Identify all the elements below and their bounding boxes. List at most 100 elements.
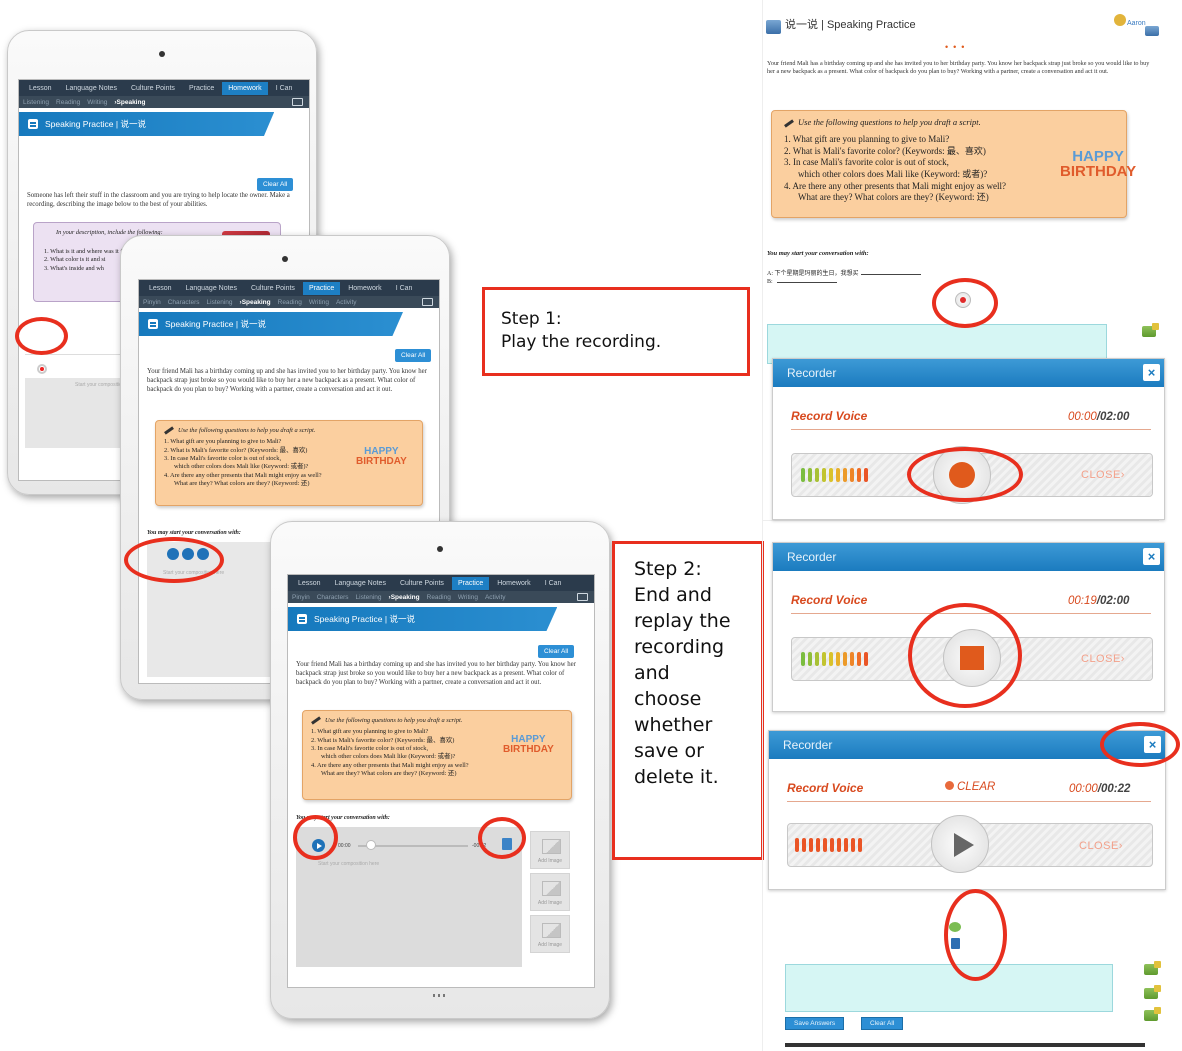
sub-tab-reading[interactable]: Reading bbox=[56, 99, 80, 106]
insert-image-icon[interactable] bbox=[1144, 1007, 1161, 1021]
screen-icon[interactable] bbox=[577, 593, 588, 601]
level-segment bbox=[815, 468, 819, 482]
highlight-trash-button bbox=[478, 817, 526, 859]
tab-homework[interactable]: Homework bbox=[222, 81, 268, 95]
level-segment bbox=[823, 838, 827, 852]
level-segment bbox=[864, 468, 868, 482]
sub-tab-characters[interactable]: Characters bbox=[168, 299, 200, 306]
clear-recording-button[interactable]: CLEAR bbox=[945, 781, 995, 793]
highlight-stop-button bbox=[908, 603, 1022, 708]
slider-thumb[interactable] bbox=[366, 840, 376, 850]
clear-all-button[interactable]: Clear All bbox=[538, 645, 575, 658]
level-segment bbox=[857, 468, 861, 482]
add-image-button[interactable]: Add Image bbox=[530, 831, 570, 869]
sub-tab-pinyin[interactable]: Pinyin bbox=[143, 299, 161, 306]
sub-tab-listening[interactable]: Listening bbox=[23, 99, 49, 106]
book-icon bbox=[28, 119, 38, 129]
tab-i-can[interactable]: I Can bbox=[390, 282, 419, 295]
clear-label: CLEAR bbox=[957, 781, 996, 793]
close-link[interactable]: CLOSE› bbox=[1081, 469, 1125, 481]
sub-tab-pinyin[interactable]: Pinyin bbox=[292, 594, 310, 601]
close-icon[interactable]: × bbox=[1143, 548, 1160, 565]
tab-language-notes[interactable]: Language Notes bbox=[180, 282, 243, 295]
tab-i-can[interactable]: I Can bbox=[270, 82, 299, 95]
add-image-label: Add Image bbox=[537, 942, 563, 948]
sub-tab-listening[interactable]: Listening bbox=[356, 594, 382, 601]
sub-tab-writing[interactable]: Writing bbox=[87, 99, 107, 106]
tab-language-notes[interactable]: Language Notes bbox=[60, 82, 123, 95]
camera bbox=[159, 51, 165, 57]
recorder-time: 00:19/02:00 bbox=[1068, 595, 1129, 607]
tab-practice[interactable]: Practice bbox=[451, 576, 490, 590]
conversation-prompt: You may start your conversation with: bbox=[147, 530, 241, 536]
composition-placeholder: Start your composition here bbox=[318, 861, 380, 867]
sub-tab-reading[interactable]: Reading bbox=[427, 594, 451, 601]
tablet-screen: Lesson Language Notes Culture Points Pra… bbox=[287, 574, 595, 988]
clear-all-bottom-button[interactable]: Clear All bbox=[861, 1017, 904, 1030]
answer-textarea[interactable] bbox=[785, 964, 1113, 1012]
level-segment bbox=[815, 652, 819, 666]
sub-tab-reading[interactable]: Reading bbox=[278, 299, 302, 306]
add-image-button[interactable]: Add Image bbox=[530, 915, 570, 953]
clear-all-button[interactable]: Clear All bbox=[395, 349, 432, 362]
sub-tab-speaking[interactable]: ›Speaking bbox=[114, 99, 145, 106]
tab-culture-points[interactable]: Culture Points bbox=[394, 577, 450, 590]
close-link[interactable]: CLOSE› bbox=[1081, 653, 1125, 665]
recorder-time: 00:00/00:22 bbox=[1069, 783, 1130, 795]
sub-nav: Pinyin Characters Listening ›Speaking Re… bbox=[288, 591, 594, 603]
close-icon[interactable]: × bbox=[1143, 364, 1160, 381]
tab-practice[interactable]: Practice bbox=[302, 281, 341, 295]
play-button[interactable] bbox=[931, 815, 989, 873]
audio-player-bar[interactable] bbox=[785, 1043, 1145, 1047]
total-time: /02:00 bbox=[1096, 595, 1130, 607]
blank-line[interactable] bbox=[860, 274, 921, 275]
forward-arrow-icon[interactable] bbox=[1145, 26, 1159, 36]
recorder-title: Recorder bbox=[787, 366, 837, 380]
tab-lesson[interactable]: Lesson bbox=[23, 82, 58, 95]
questions-box: Use the following questions to help you … bbox=[155, 420, 423, 506]
save-answers-button[interactable]: Save Answers bbox=[785, 1017, 845, 1030]
record-button[interactable] bbox=[37, 364, 47, 374]
sub-tab-speaking[interactable]: ›Speaking bbox=[389, 594, 420, 601]
sub-tab-writing[interactable]: Writing bbox=[309, 299, 329, 306]
sub-tab-speaking-label: Speaking bbox=[390, 593, 420, 601]
screen-icon[interactable] bbox=[422, 298, 433, 306]
insert-image-icon[interactable] bbox=[1144, 961, 1161, 975]
sub-tab-writing[interactable]: Writing bbox=[458, 594, 478, 601]
close-link[interactable]: CLOSE› bbox=[1079, 840, 1123, 852]
highlight-play-button bbox=[293, 815, 338, 860]
tab-lesson[interactable]: Lesson bbox=[292, 577, 327, 590]
tab-culture-points[interactable]: Culture Points bbox=[245, 282, 301, 295]
tab-practice[interactable]: Practice bbox=[183, 82, 220, 95]
sub-tab-activity[interactable]: Activity bbox=[485, 594, 506, 601]
clear-all-button[interactable]: Clear All bbox=[257, 178, 294, 191]
tab-lesson[interactable]: Lesson bbox=[143, 282, 178, 295]
line-b-text: B: bbox=[767, 279, 773, 285]
step2-line: Step 2: bbox=[634, 558, 702, 580]
step2-line: save or bbox=[634, 740, 704, 763]
insert-image-icon[interactable] bbox=[1144, 985, 1161, 999]
blank-line[interactable] bbox=[776, 282, 837, 283]
sub-tab-activity[interactable]: Activity bbox=[336, 299, 357, 306]
tab-homework[interactable]: Homework bbox=[342, 282, 387, 295]
recorder-title: Recorder bbox=[787, 550, 837, 564]
level-meter bbox=[795, 838, 862, 852]
step1-callout: Step 1: Play the recording. bbox=[482, 287, 750, 376]
sub-tab-characters[interactable]: Characters bbox=[317, 594, 349, 601]
back-arrow-icon[interactable] bbox=[766, 20, 781, 34]
tab-culture-points[interactable]: Culture Points bbox=[125, 82, 181, 95]
add-image-button[interactable]: Add Image bbox=[530, 873, 570, 911]
screen-icon[interactable] bbox=[292, 98, 303, 106]
user-name[interactable]: Aaron bbox=[1127, 20, 1146, 27]
user-avatar-icon[interactable] bbox=[1114, 14, 1126, 26]
recorder-title: Recorder bbox=[783, 738, 833, 752]
main-nav: Lesson Language Notes Culture Points Pra… bbox=[288, 575, 594, 591]
insert-image-icon[interactable] bbox=[1142, 323, 1159, 337]
level-segment bbox=[857, 652, 861, 666]
tab-language-notes[interactable]: Language Notes bbox=[329, 577, 392, 590]
sub-tab-listening[interactable]: Listening bbox=[207, 299, 233, 306]
tab-i-can[interactable]: I Can bbox=[539, 577, 568, 590]
tab-homework[interactable]: Homework bbox=[491, 577, 536, 590]
level-segment bbox=[802, 838, 806, 852]
sub-tab-speaking[interactable]: ›Speaking bbox=[240, 299, 271, 306]
